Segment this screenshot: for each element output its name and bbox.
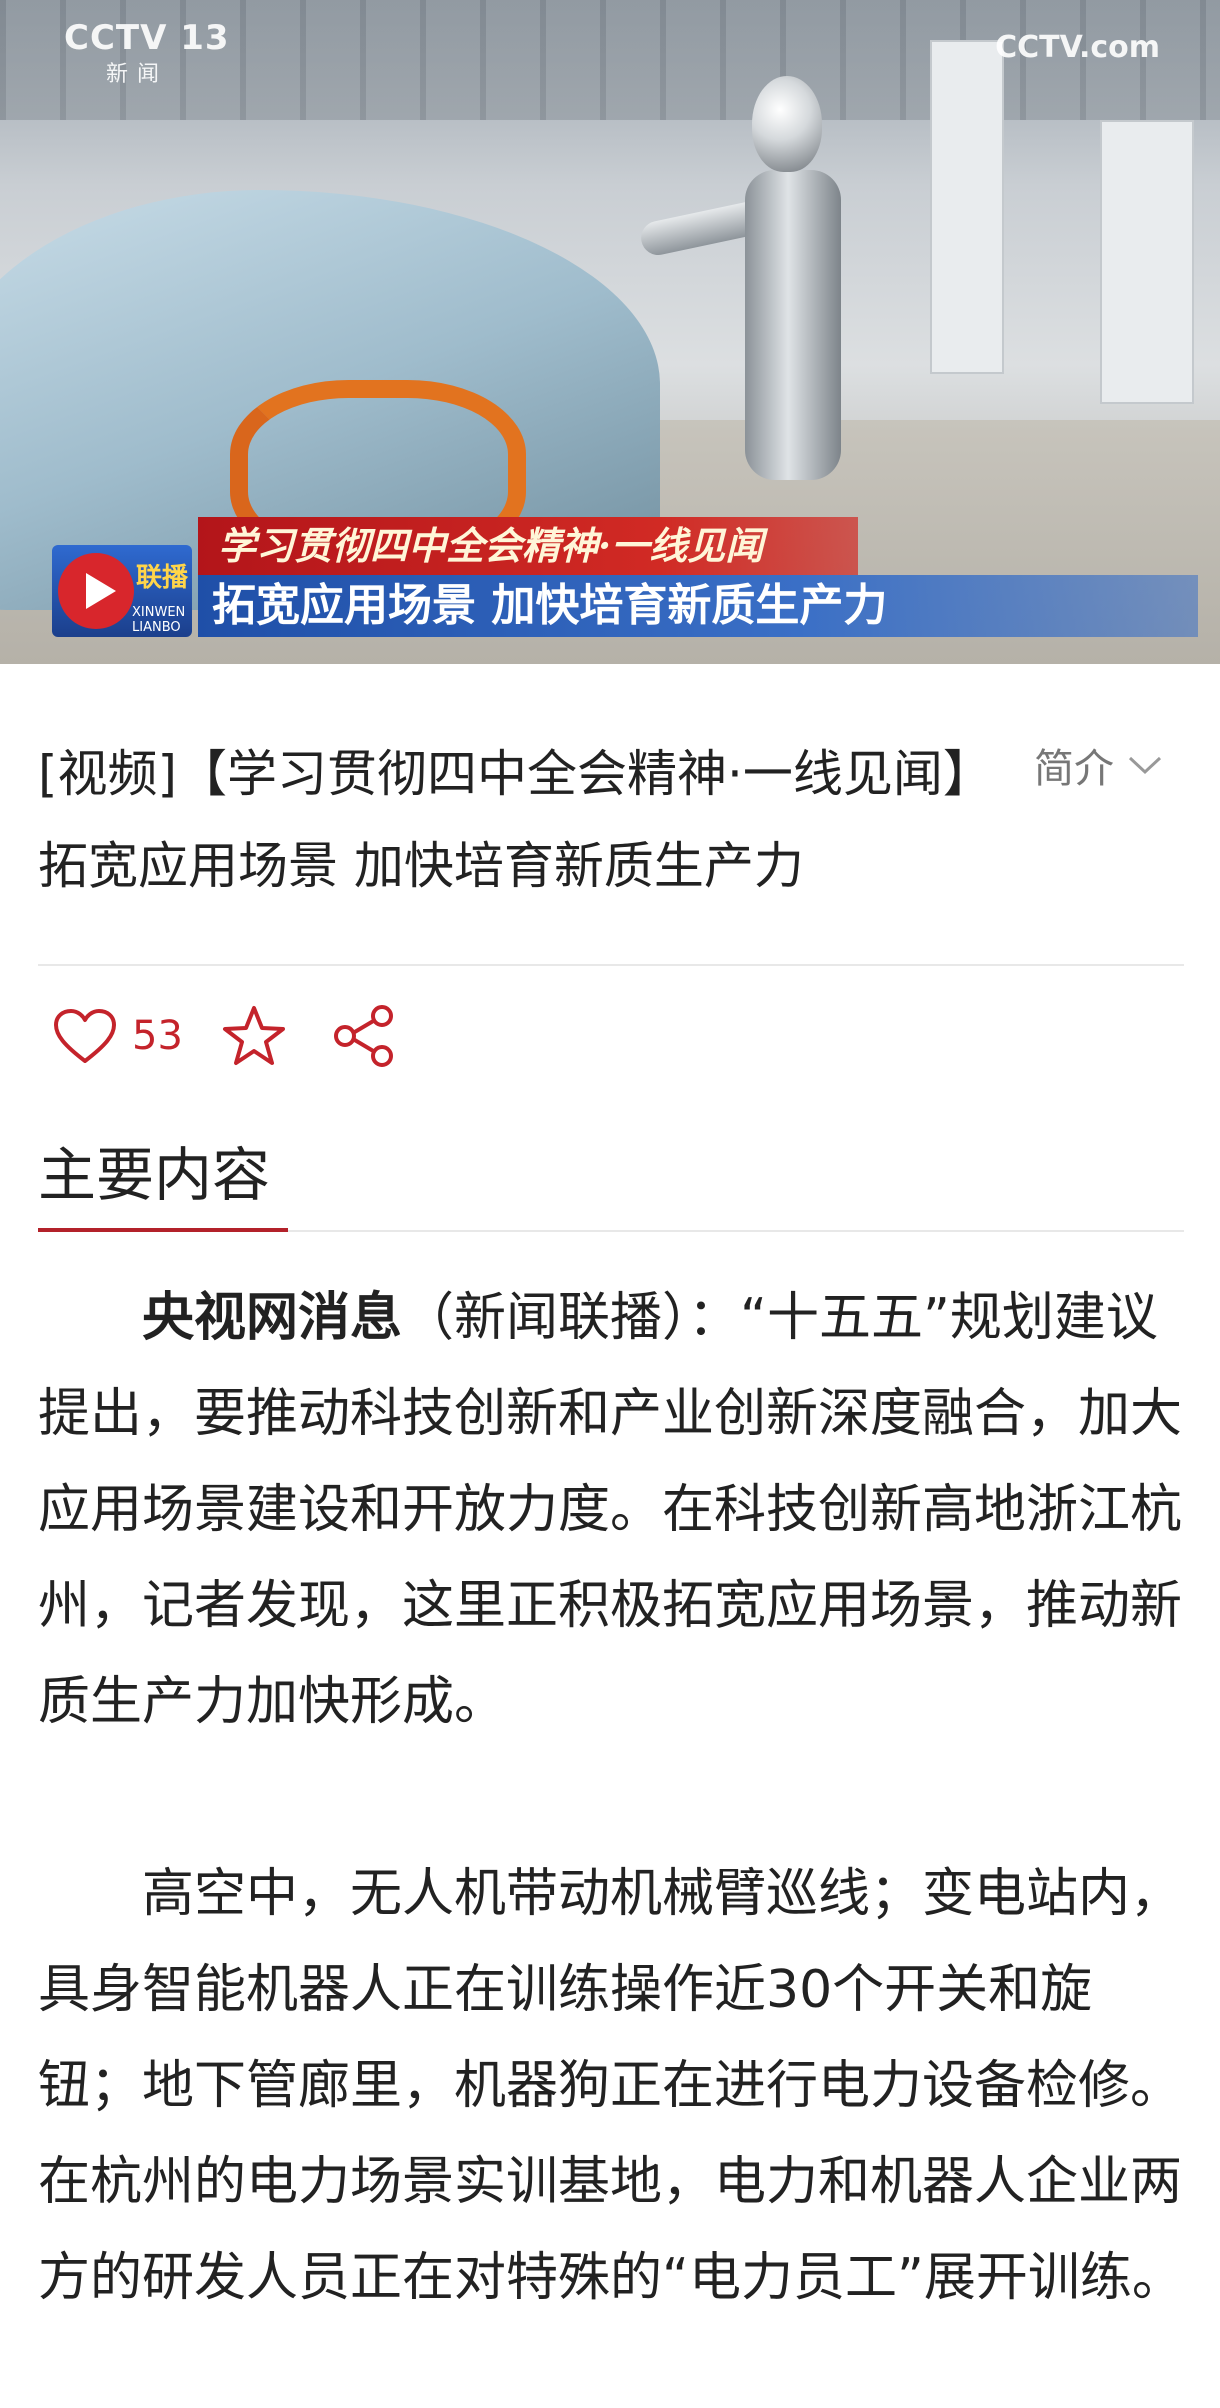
favorite-button[interactable] [221,1004,287,1068]
chevron-down-icon [1128,756,1162,775]
article-paragraph-text: （新闻联播）：“十五五”规划建议提出，要推动科技创新和产业创新深度融合，加大应用… [38,1288,1183,1732]
section-title-underline [38,1228,288,1232]
video-banner-top: 学习贯彻四中全会精神·一线见闻 [198,517,858,575]
intro-toggle-button[interactable]: 简介 [1034,738,1162,792]
section-title: 主要内容 [38,1141,271,1209]
like-button[interactable]: 53 [52,1007,221,1065]
program-logo: 联播 XINWEN LIANBO [52,545,192,637]
star-icon [222,1006,285,1065]
page: CCTV 13 新 闻 CCTV.com 学习贯彻四中全会精神·一线见闻 拓宽应… [0,0,1220,2408]
program-logo-sub: XINWEN LIANBO [132,605,186,635]
article-paragraph: 高空中，无人机带动机械臂巡线；变电站内，具身智能机器人正在训练操作近30个开关和… [38,1864,1184,2308]
channel-logo-sub: 新 闻 [106,62,160,87]
intro-toggle-label: 简介 [1034,746,1114,792]
video-player[interactable]: CCTV 13 新 闻 CCTV.com 学习贯彻四中全会精神·一线见闻 拓宽应… [0,0,1220,664]
action-bar: 53 [52,1000,397,1072]
share-button[interactable] [331,1004,397,1068]
program-logo-text: 联播 [136,563,189,593]
video-scene-cabinet [1100,120,1194,404]
share-icon [333,1005,393,1067]
video-scene-robot-head [752,76,822,172]
video-scene-robot-body [745,170,841,480]
page-title: [视频]【学习贯彻四中全会精神·一线见闻】拓宽应用场景 加快培育新质生产力 [38,745,993,895]
heart-icon [54,1009,116,1063]
title-divider [38,964,1184,966]
article-paragraph: 央视网消息（新闻联播）：“十五五”规划建议提出，要推动科技创新和产业创新深度融合… [38,1270,1184,1750]
channel-logo-text: CCTV 13 [64,18,230,58]
article-lead: 央视网消息 [142,1288,403,1348]
article-body: 央视网消息（新闻联播）：“十五五”规划建议提出，要推动科技创新和产业创新深度融合… [38,1270,1184,2326]
channel-logo: CCTV 13 新 闻 [64,18,230,88]
video-scene-pillar [930,40,1004,374]
like-count: 53 [132,1013,183,1059]
video-banner-bottom: 拓宽应用场景 加快培育新质生产力 [198,575,1198,637]
play-icon [58,553,134,629]
cctv-watermark: CCTV.com [995,30,1160,65]
